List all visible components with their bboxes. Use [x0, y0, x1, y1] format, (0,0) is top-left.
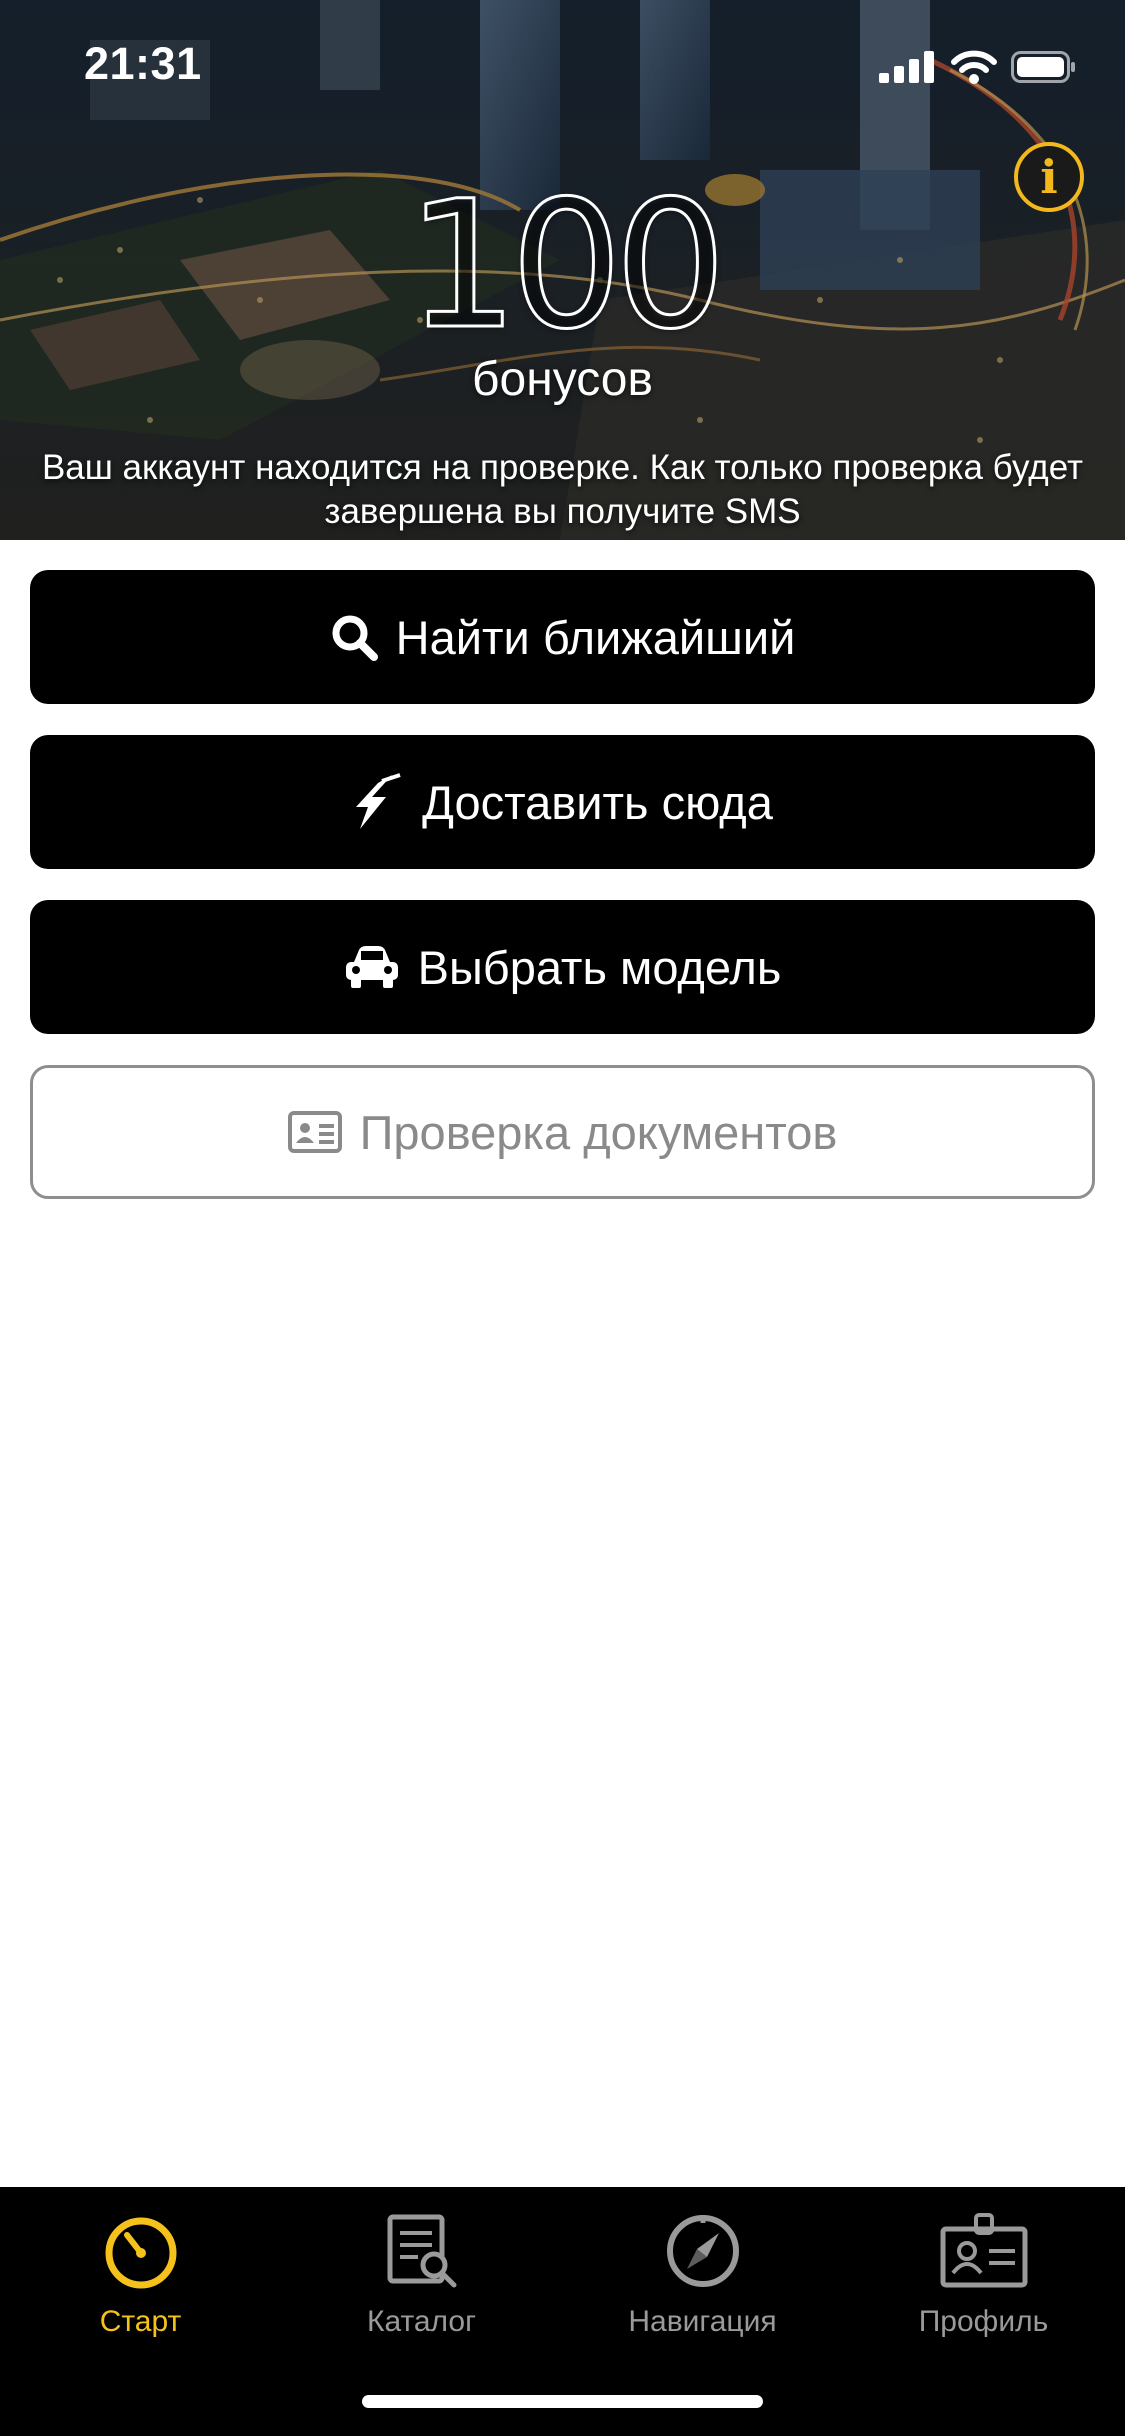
deliver-here-button[interactable]: Доставить сюда	[30, 735, 1095, 869]
tab-catalog-label: Каталог	[366, 2305, 477, 2338]
action-buttons: Найти ближайший Доставить сюда Выбрать м…	[30, 570, 1095, 1230]
tab-start-label: Старт	[99, 2305, 182, 2338]
choose-model-label: Выбрать модель	[417, 940, 782, 994]
bonus-label: бонусов	[472, 353, 653, 406]
tab-profile[interactable]: Профиль	[843, 2205, 1124, 2355]
catalog-search-icon	[382, 2205, 462, 2297]
badge-icon	[939, 2205, 1029, 2297]
account-status-message: Ваш аккаунт находится на проверке. Как т…	[41, 448, 1084, 531]
search-icon	[330, 613, 378, 661]
car-icon	[344, 944, 400, 990]
tab-catalog[interactable]: Каталог	[281, 2205, 562, 2355]
choose-model-button[interactable]: Выбрать модель	[30, 900, 1095, 1034]
hero-banner: 21:31 i 100 бонусов Ваш аккаунт находитс…	[0, 0, 1125, 540]
home-indicator[interactable]	[362, 2395, 763, 2408]
tab-start[interactable]: Старт	[0, 2205, 281, 2355]
status-bar-icons	[877, 50, 1077, 84]
status-bar-time: 21:31	[84, 38, 202, 89]
compass-icon	[663, 2205, 743, 2297]
bonus-count: 100	[405, 163, 728, 368]
id-card-icon	[287, 1111, 342, 1153]
document-check-label: Проверка документов	[359, 1105, 838, 1159]
battery-icon	[1011, 51, 1075, 83]
deliver-here-label: Доставить сюда	[422, 775, 773, 829]
wifi-icon	[951, 50, 997, 84]
document-check-button[interactable]: Проверка документов	[30, 1065, 1095, 1199]
tab-profile-label: Профиль	[918, 2305, 1049, 2338]
tab-navigation-label: Навигация	[628, 2305, 777, 2338]
stopwatch-icon	[101, 2205, 181, 2297]
tab-navigation[interactable]: Навигация	[562, 2205, 843, 2355]
find-nearest-button[interactable]: Найти ближайший	[30, 570, 1095, 704]
screen: 21:31 i 100 бонусов Ваш аккаунт находитс…	[0, 0, 1125, 2436]
cellular-signal-icon	[879, 51, 934, 83]
lightning-icon	[352, 773, 404, 831]
find-nearest-label: Найти ближайший	[395, 610, 796, 664]
